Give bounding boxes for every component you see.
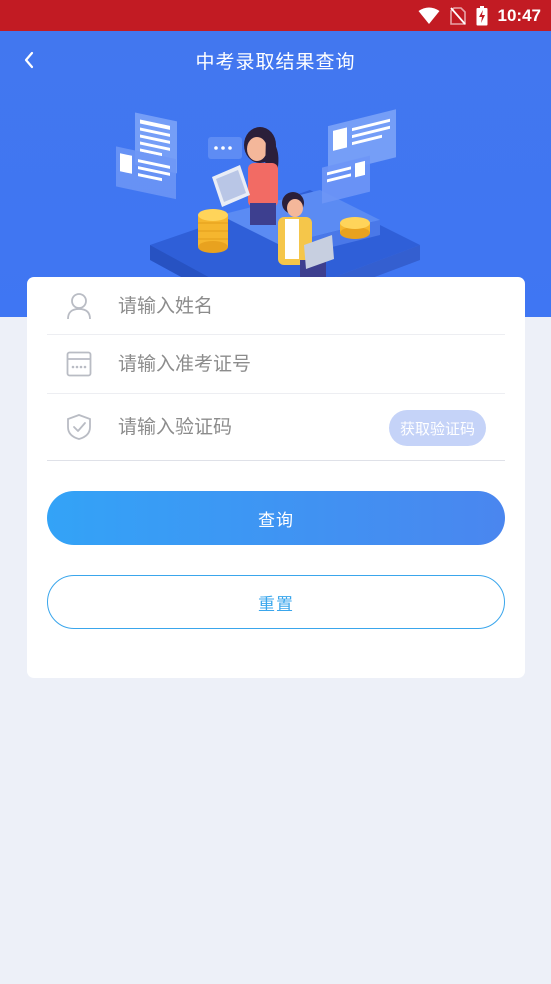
query-form-card: 获取验证码 查询 重置	[27, 277, 525, 678]
page-title: 中考录取结果查询	[195, 51, 356, 73]
battery-charging-icon	[476, 5, 488, 25]
coin-stack-left	[198, 209, 228, 253]
id-card-icon	[64, 349, 94, 379]
status-bar: 10:47	[0, 0, 551, 31]
person-icon	[64, 291, 94, 321]
name-field-row	[47, 277, 505, 335]
no-sim-icon	[449, 6, 466, 25]
wifi-icon	[418, 7, 440, 24]
verification-code-input[interactable]	[118, 416, 368, 438]
query-button[interactable]: 查询	[47, 491, 505, 545]
code-field-row: 获取验证码	[47, 394, 505, 461]
status-time: 10:47	[497, 5, 541, 25]
get-code-button[interactable]: 获取验证码	[389, 410, 486, 446]
header: 中考录取结果查询	[0, 31, 551, 317]
ticket-number-input[interactable]	[118, 353, 368, 375]
name-input[interactable]	[118, 294, 368, 317]
shield-check-icon	[64, 412, 94, 442]
reset-button[interactable]: 重置	[47, 575, 505, 629]
ticket-field-row	[47, 335, 505, 394]
status-icons: 10:47	[418, 0, 541, 31]
